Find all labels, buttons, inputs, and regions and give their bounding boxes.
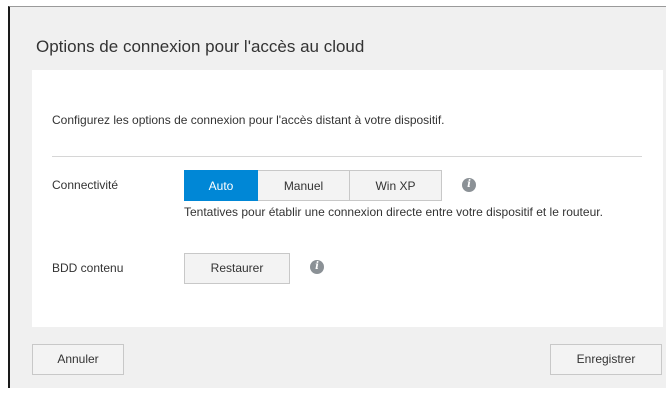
connectivity-manuel-button[interactable]: Manuel [258, 170, 350, 201]
divider [52, 156, 642, 157]
info-icon[interactable]: i [310, 260, 324, 274]
connectivity-help-text: Tentatives pour établir une connexion di… [184, 205, 603, 219]
settings-panel: Configurez les options de connexion pour… [32, 70, 663, 327]
dialog-title: Options de connexion pour l'accès au clo… [36, 37, 365, 56]
restore-button[interactable]: Restaurer [184, 253, 290, 284]
connectivity-winxp-button[interactable]: Win XP [350, 170, 442, 201]
connectivity-label: Connectivité [52, 178, 119, 192]
info-icon[interactable]: i [462, 178, 476, 192]
cancel-button[interactable]: Annuler [32, 344, 124, 375]
cloud-access-dialog: Options de connexion pour l'accès au clo… [8, 6, 666, 388]
connectivity-auto-button[interactable]: Auto [184, 170, 258, 201]
panel-description: Configurez les options de connexion pour… [52, 113, 445, 127]
connectivity-selector: Auto Manuel Win XP [184, 170, 442, 201]
content-db-label: BDD contenu [52, 261, 124, 275]
save-button[interactable]: Enregistrer [550, 344, 662, 375]
